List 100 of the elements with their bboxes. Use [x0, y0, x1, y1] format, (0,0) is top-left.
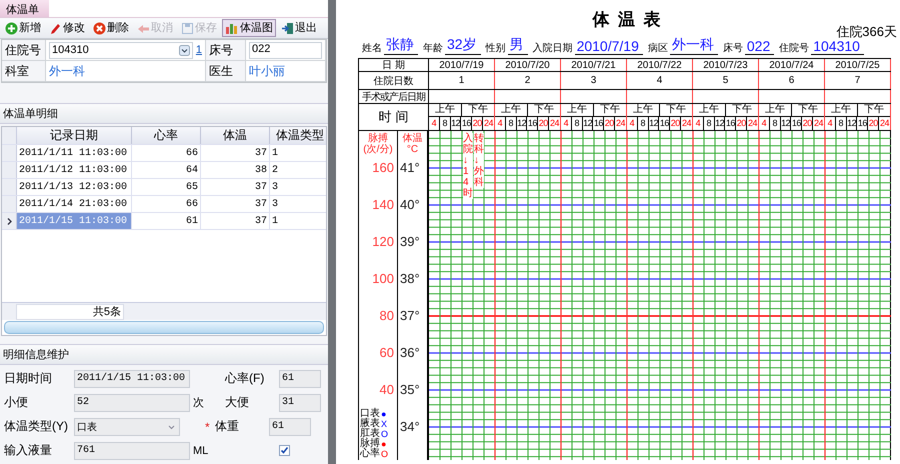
field-label: 住院号 — [2, 40, 46, 62]
bar-chart-icon — [225, 22, 239, 34]
morning-label: 上午 — [566, 104, 588, 116]
form-tab[interactable]: 体温单 — [0, 0, 49, 17]
info-value: 32岁 — [445, 36, 481, 55]
column-header[interactable]: 记录日期 — [17, 127, 132, 144]
count-link[interactable]: 1 — [196, 44, 202, 56]
temperature-tick-label: 37° — [400, 308, 420, 323]
hour-label: 24 — [681, 117, 692, 130]
legend-label: 脉搏 — [360, 439, 380, 449]
event-note: 入院↓14时 — [463, 133, 473, 199]
checkbox[interactable] — [279, 445, 290, 456]
temperature-tick-label: 34° — [400, 419, 420, 434]
row-label: 时 间 — [359, 104, 429, 130]
table-cell: 37 — [201, 196, 270, 212]
day-number-cell: 2 — [495, 72, 561, 89]
day-number-cell: 1 — [429, 72, 495, 89]
input-field[interactable]: 761 — [74, 442, 190, 460]
hour-label: 4 — [627, 117, 638, 130]
toolbar-button[interactable]: 删除 — [90, 19, 132, 38]
pulse-tick-label: 120 — [372, 234, 394, 249]
field-label: 大便 — [225, 394, 250, 411]
plus-icon — [5, 22, 18, 35]
hour-label: 8 — [638, 117, 649, 130]
toolbar-button[interactable]: 新增 — [2, 19, 44, 38]
hour-label: 20 — [868, 117, 880, 130]
bed-field[interactable]: 022 — [249, 42, 322, 59]
hour-label: 16 — [461, 117, 472, 130]
input-field[interactable]: 52 — [74, 394, 190, 412]
input-field[interactable]: 31 — [279, 394, 321, 412]
hour-label: 4 — [561, 117, 572, 130]
date-cell: 2010/7/22 — [627, 59, 693, 71]
morning-label: 上午 — [632, 104, 654, 116]
hour-label: 12 — [714, 117, 726, 130]
exit-icon — [281, 22, 294, 35]
date-cell: 2010/7/20 — [495, 59, 561, 71]
date-cell: 2010/7/21 — [561, 59, 627, 71]
input-field[interactable]: 2011/1/15 11:03:00 — [74, 370, 190, 388]
column-header[interactable]: 体温类型 — [270, 127, 328, 144]
toolbar-button[interactable]: 体温图 — [222, 19, 276, 38]
info-value: 022 — [744, 38, 774, 55]
pulse-axis-title: 脉搏 (次/分) — [362, 133, 394, 155]
table-cell: 61 — [132, 213, 201, 230]
legend-symbol: O — [381, 449, 388, 459]
pulse-tick-label: 80 — [380, 308, 394, 323]
field-label: 小便 — [4, 394, 29, 411]
hour-label: 20 — [538, 117, 550, 130]
morning-label: 上午 — [764, 104, 786, 116]
table-cell: 37 — [201, 213, 270, 230]
temperature-type-select[interactable]: 口表 — [74, 418, 180, 436]
horizontal-scrollbar[interactable] — [4, 321, 324, 334]
pulse-tick-label: 100 — [372, 271, 394, 286]
row-label: 手术或产后日期 — [359, 90, 429, 103]
hour-label: 16 — [659, 117, 670, 130]
hour-label: 20 — [604, 117, 616, 130]
toolbar-button[interactable]: 修改 — [46, 19, 88, 38]
info-value: 外一科 — [670, 36, 718, 55]
unit-label: 次 — [193, 397, 204, 409]
table-cell: 2011/1/13 12:03:00 — [17, 179, 132, 196]
admission-number-combo[interactable]: 104310 — [49, 42, 193, 59]
table-cell: 3 — [270, 196, 328, 212]
delete-icon — [93, 22, 106, 35]
table-cell: 2011/1/11 11:03:00 — [17, 145, 132, 162]
hour-label: 12 — [450, 117, 462, 130]
column-header[interactable]: 体温 — [201, 127, 270, 144]
pencil-icon — [49, 22, 62, 35]
pulse-tick-label: 40 — [380, 382, 394, 397]
table-cell: 1 — [270, 213, 328, 230]
info-label: 姓名 — [362, 42, 382, 55]
afternoon-label: 下午 — [791, 104, 824, 116]
hour-label: 12 — [582, 117, 594, 130]
table-cell: 64 — [132, 162, 201, 178]
column-header[interactable]: 心率 — [132, 127, 201, 144]
record-count: 共5条 — [16, 304, 124, 320]
info-value: 张静 — [384, 36, 418, 55]
field-label: 医生 — [206, 61, 246, 82]
day-number-cell: 6 — [759, 72, 825, 89]
info-value: 2010/7/19 — [574, 38, 643, 55]
hour-label: 12 — [648, 117, 660, 130]
hour-label: 24 — [549, 117, 560, 130]
pulse-tick-label: 160 — [372, 160, 394, 175]
temperature-tick-label: 39° — [400, 234, 420, 249]
temperature-tick-label: 38° — [400, 271, 420, 286]
save-icon — [181, 22, 194, 35]
hour-label: 20 — [670, 117, 682, 130]
row-pointer-icon — [6, 218, 12, 225]
date-cell: 2010/7/23 — [693, 59, 759, 71]
toolbar-button[interactable]: 退出 — [278, 19, 320, 38]
hour-label: 8 — [770, 117, 781, 130]
hour-label: 12 — [516, 117, 528, 130]
info-value: 男 — [508, 36, 528, 55]
input-field[interactable]: 61 — [279, 370, 321, 388]
table-cell: 66 — [132, 145, 201, 162]
legend-symbol: O — [381, 429, 388, 439]
input-field[interactable]: 61 — [269, 418, 311, 436]
doctor-value: 叶小丽 — [249, 62, 285, 80]
info-label: 住院号 — [779, 42, 810, 55]
row-header[interactable] — [2, 213, 17, 230]
hour-label: 24 — [747, 117, 758, 130]
hour-label: 8 — [704, 117, 715, 130]
